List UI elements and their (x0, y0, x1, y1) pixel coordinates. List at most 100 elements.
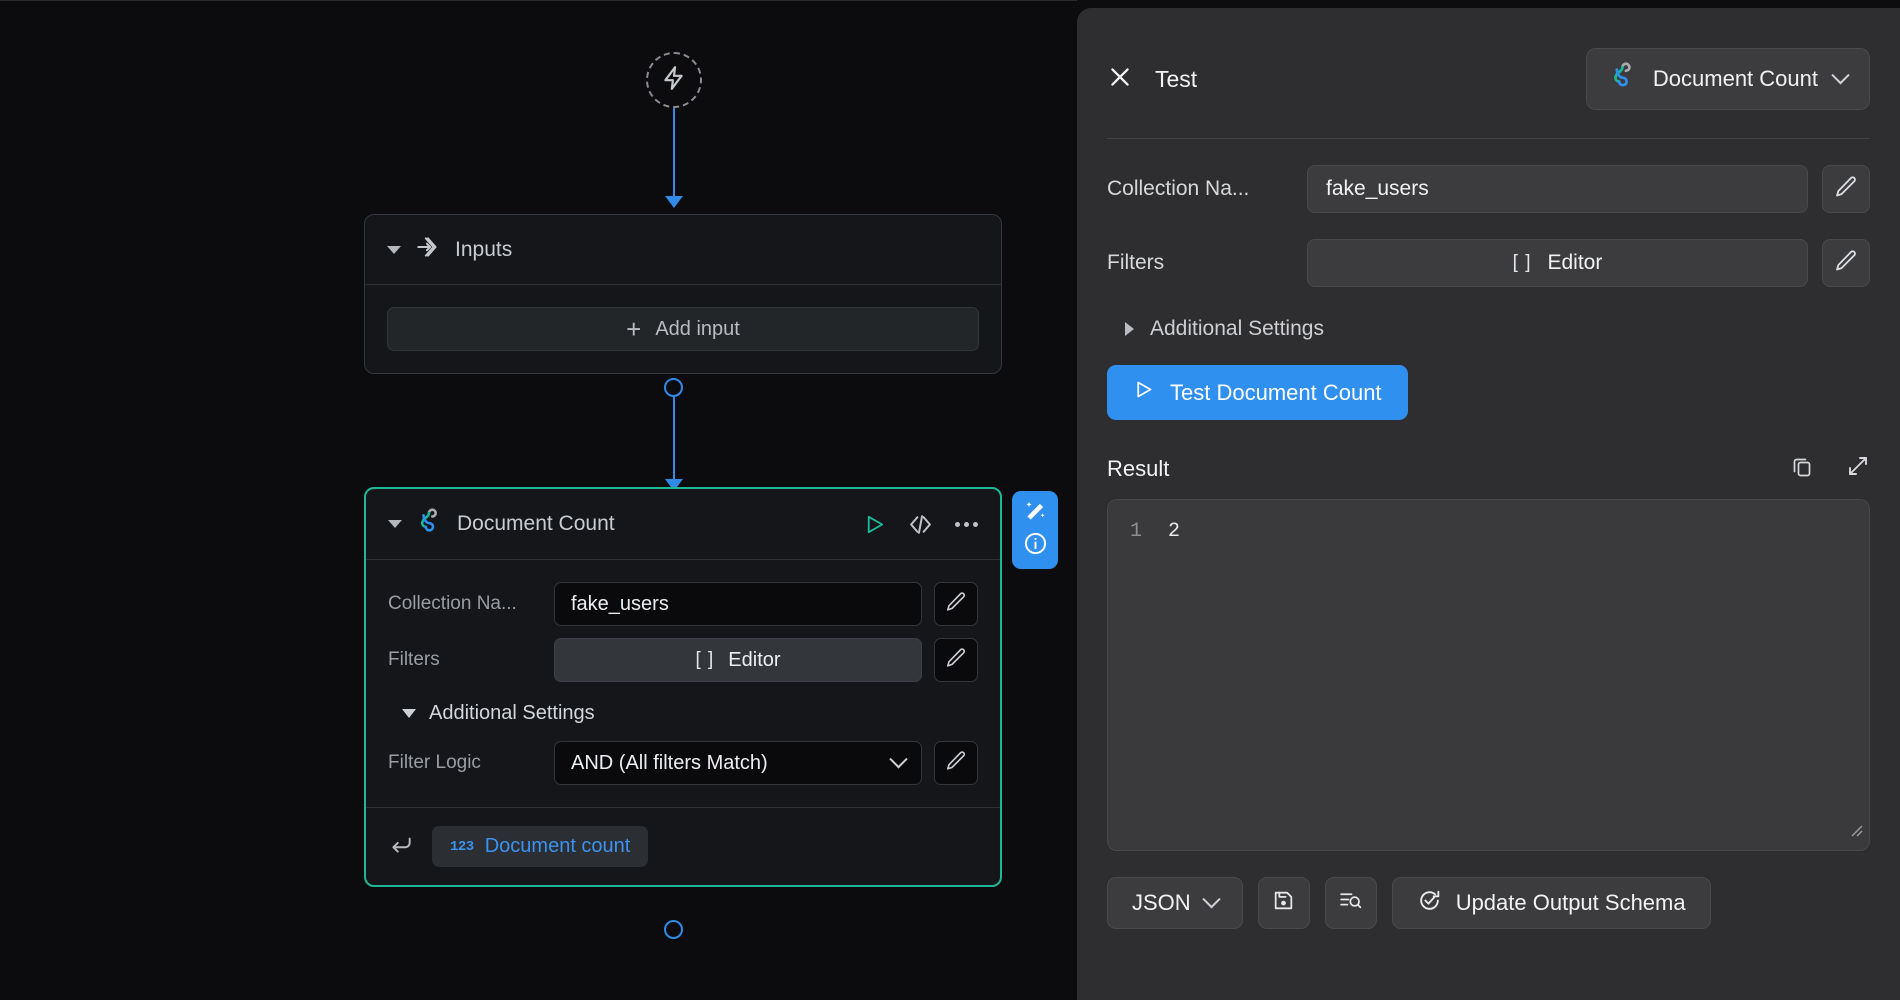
result-line-number: 1 (1130, 520, 1143, 543)
code-brackets-icon[interactable] (908, 512, 933, 537)
panel-header: Test Document Count (1107, 8, 1870, 139)
add-input-label: Add input (655, 317, 740, 340)
node-document-count[interactable]: Document Count Collection Na... fake_use… (364, 487, 1002, 887)
update-output-schema-label: Update Output Schema (1455, 890, 1686, 915)
play-icon (1133, 379, 1154, 406)
save-file-icon (1271, 888, 1296, 919)
result-line-content: 2 (1168, 520, 1181, 543)
panel-edit-collection-name-button[interactable] (1822, 165, 1870, 213)
chevron-down-icon[interactable] (387, 245, 401, 254)
test-button-label: Test Document Count (1170, 379, 1382, 405)
edit-filters-button[interactable] (934, 638, 978, 682)
panel-field-label-filters: Filters (1107, 251, 1165, 274)
chevron-down-icon[interactable] (388, 520, 402, 528)
node-document-count-title: Document Count (457, 512, 615, 535)
panel-filters-editor-button[interactable]: [ ] Editor (1307, 239, 1808, 287)
copy-icon[interactable] (1790, 454, 1814, 483)
node-inputs-title: Inputs (455, 237, 513, 261)
result-header: Result (1107, 454, 1870, 483)
app-root: Inputs + Add input Document Count Collec… (0, 0, 1900, 1000)
panel-field-label-collection-name: Collection Na... (1107, 177, 1250, 200)
node-inputs-output-port[interactable] (664, 378, 683, 397)
chevron-down-icon (1201, 889, 1221, 908)
panel-edit-filters-button[interactable] (1822, 239, 1870, 287)
add-input-button[interactable]: + Add input (387, 307, 979, 351)
lightning-bolt-icon (661, 65, 687, 96)
connector-trigger-inputs (673, 108, 675, 198)
triangle-down-icon (402, 709, 416, 718)
collection-name-input[interactable]: fake_users (554, 582, 922, 626)
mongodb-loop-icon (416, 508, 443, 540)
plus-icon: + (626, 314, 642, 344)
panel-additional-settings-toggle[interactable]: Additional Settings (1125, 317, 1870, 341)
number-type-icon: 123 (450, 838, 474, 855)
node-additional-settings-toggle[interactable]: Additional Settings (402, 702, 978, 725)
brackets-icon: [ ] (1512, 252, 1532, 273)
output-format-select[interactable]: JSON (1107, 877, 1243, 929)
refresh-check-icon (1417, 888, 1442, 919)
panel-filters-editor-label: Editor (1547, 251, 1603, 274)
chevron-down-icon (889, 749, 908, 768)
output-format-label: JSON (1132, 890, 1191, 915)
field-row-filter-logic: Filter Logic AND (All filters Match) (388, 741, 978, 785)
connector-inputs-docs (673, 397, 675, 483)
magic-wand-icon[interactable] (1022, 499, 1048, 530)
panel-field-row-filters: Filters [ ] Editor (1107, 239, 1870, 287)
chevron-down-icon (1831, 65, 1850, 84)
filters-editor-button[interactable]: [ ] Editor (554, 638, 922, 682)
node-document-count-output: 123 Document count (366, 807, 1000, 885)
panel-collection-name-input[interactable]: fake_users (1307, 165, 1808, 213)
field-label-filter-logic: Filter Logic (388, 752, 481, 773)
panel-collection-name-value: fake_users (1326, 177, 1429, 200)
panel-footer: JSON Update Output Schema (1107, 877, 1870, 929)
play-icon[interactable] (863, 513, 886, 536)
panel-header-left: Test (1107, 64, 1197, 95)
node-inputs-header[interactable]: Inputs (365, 215, 1001, 285)
workflow-canvas[interactable]: Inputs + Add input Document Count Collec… (0, 0, 1077, 1000)
trigger-node[interactable] (646, 52, 702, 108)
field-label-filters: Filters (388, 649, 440, 670)
update-output-schema-button[interactable]: Update Output Schema (1391, 877, 1711, 929)
result-output-textarea[interactable]: 1 2 (1107, 499, 1870, 851)
info-circle-icon[interactable] (1023, 531, 1048, 561)
pencil-icon (945, 591, 967, 618)
expand-diagonal-icon[interactable] (1846, 454, 1870, 483)
node-document-count-output-port[interactable] (664, 920, 683, 939)
edit-collection-name-button[interactable] (934, 582, 978, 626)
list-search-icon (1338, 888, 1363, 919)
save-result-button[interactable] (1257, 877, 1310, 929)
pencil-icon (1834, 249, 1858, 278)
edit-filter-logic-button[interactable] (934, 741, 978, 785)
node-document-count-body: Collection Na... fake_users Filters [] … (366, 560, 1000, 807)
inspect-result-button[interactable] (1324, 877, 1377, 929)
node-inputs-body: + Add input (365, 285, 1001, 373)
node-inputs[interactable]: Inputs + Add input (364, 214, 1002, 374)
filters-editor-label: Editor (728, 648, 781, 671)
filter-logic-value: AND (All filters Match) (571, 751, 768, 774)
panel-title: Test (1155, 65, 1198, 92)
test-document-count-button[interactable]: Test Document Count (1107, 365, 1408, 420)
node-header-actions (863, 512, 978, 537)
node-additional-settings-label: Additional Settings (429, 702, 595, 724)
connector-arrow-inputs (665, 196, 683, 208)
output-chip-document-count[interactable]: 123 Document count (432, 826, 649, 867)
node-document-count-header[interactable]: Document Count (366, 489, 1000, 560)
node-selector-label: Document Count (1652, 66, 1818, 91)
triangle-right-icon (1125, 322, 1134, 336)
resize-handle[interactable] (1848, 822, 1864, 845)
ellipsis-icon[interactable] (955, 521, 978, 527)
filter-logic-select[interactable]: AND (All filters Match) (554, 741, 922, 785)
node-selector-dropdown[interactable]: Document Count (1585, 48, 1870, 110)
test-panel: Test Document Count Collection Na... fak… (1077, 8, 1900, 1000)
pencil-icon (945, 750, 967, 777)
result-label: Result (1107, 455, 1170, 481)
panel-field-row-collection-name: Collection Na... fake_users (1107, 165, 1870, 213)
node-assist-panel[interactable] (1012, 491, 1058, 569)
pencil-icon (945, 647, 967, 674)
collection-name-value: fake_users (571, 592, 669, 615)
output-return-arrow-icon (388, 831, 414, 862)
mongodb-loop-icon (1609, 62, 1637, 96)
close-x-icon[interactable] (1107, 64, 1133, 95)
field-row-collection-name: Collection Na... fake_users (388, 582, 978, 626)
arrow-into-diamond-icon (415, 234, 441, 265)
